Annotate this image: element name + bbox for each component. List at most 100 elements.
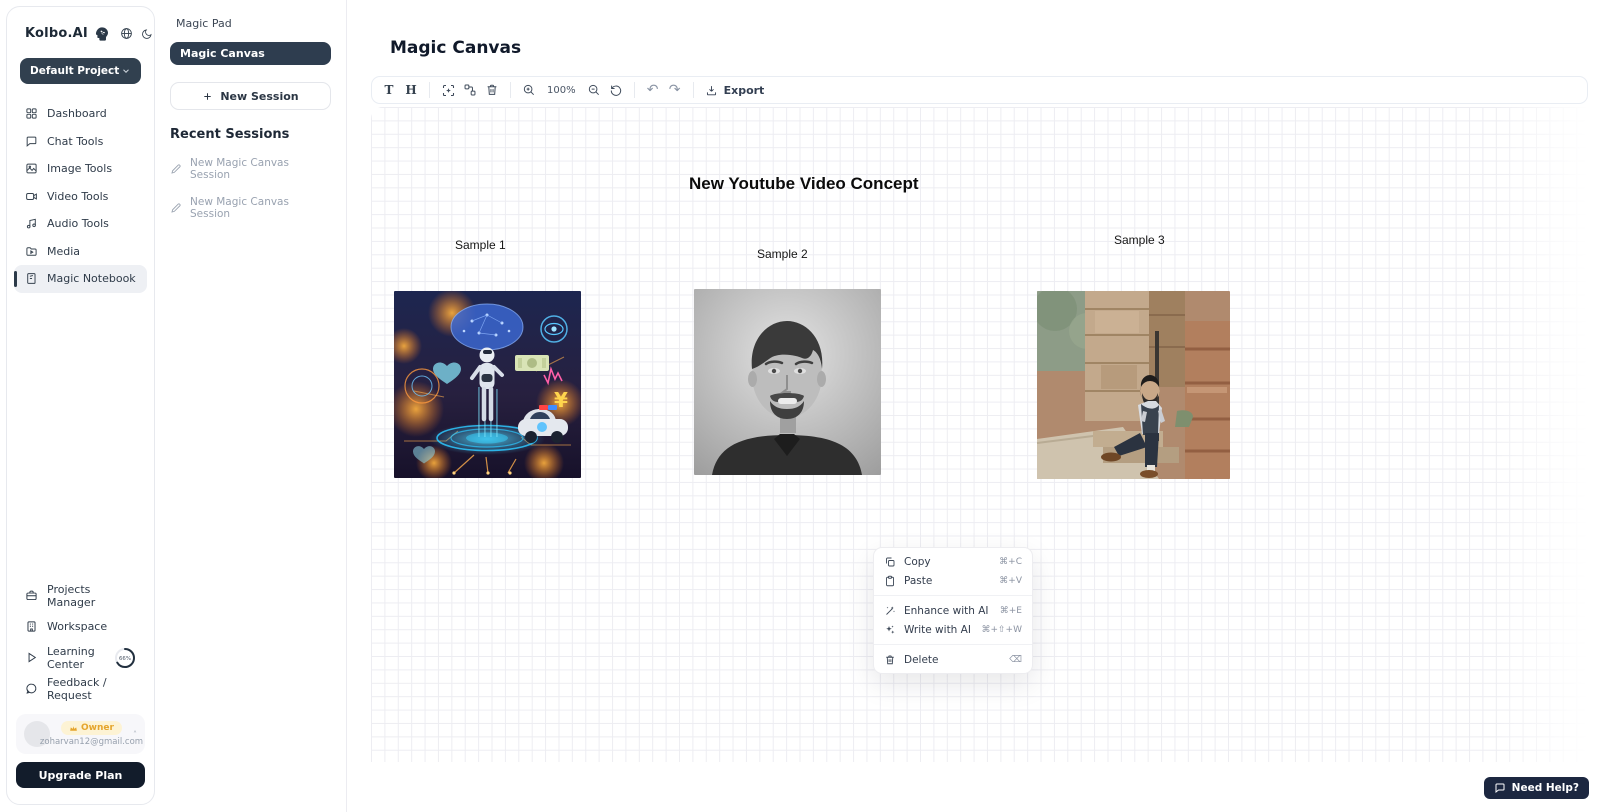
connector-tool-button[interactable] bbox=[459, 79, 481, 101]
context-menu-item-paste[interactable]: Paste ⌘+V bbox=[874, 571, 1032, 590]
sidebar-item-label: Magic Notebook bbox=[47, 272, 136, 285]
sidebar-item-audio-tools[interactable]: Audio Tools bbox=[14, 210, 147, 238]
project-selector[interactable]: Default Project bbox=[20, 58, 141, 84]
canvas-heading-object[interactable]: New Youtube Video Concept bbox=[689, 174, 919, 194]
magic-canvas-grid[interactable]: New Youtube Video Concept Sample 1 Sampl… bbox=[371, 107, 1588, 762]
ai-select-tool-button[interactable] bbox=[437, 79, 459, 101]
sidebar-nav: Dashboard Chat Tools Image Tools Video T… bbox=[14, 100, 147, 293]
sidebar-item-learning-center[interactable]: Learning Center 66% bbox=[14, 642, 147, 673]
magic-wand-icon bbox=[884, 605, 896, 617]
sidebar-item-label: Dashboard bbox=[47, 107, 107, 120]
canvas-toolbar: T H 100% ↶ ↷ Export bbox=[371, 76, 1588, 104]
video-icon bbox=[25, 190, 38, 203]
reset-rotate-icon bbox=[609, 83, 623, 97]
sidebar-item-video-tools[interactable]: Video Tools bbox=[14, 183, 147, 211]
primary-sidebar: Kolbo.AI Default Project Dashboard Chat … bbox=[6, 6, 155, 805]
sample-1-label[interactable]: Sample 1 bbox=[455, 238, 506, 252]
shortcut-hint: ⌫ bbox=[1009, 655, 1022, 665]
shortcut-hint: ⌘+V bbox=[999, 576, 1022, 586]
new-session-button[interactable]: New Session bbox=[170, 82, 331, 110]
plus-icon bbox=[202, 91, 213, 102]
ai-select-icon bbox=[441, 83, 456, 98]
download-icon bbox=[705, 84, 718, 97]
user-account-card[interactable]: Owner zoharvan12@gmail.com ˄ bbox=[16, 714, 145, 754]
globe-icon[interactable] bbox=[118, 25, 135, 42]
context-menu-item-copy[interactable]: Copy ⌘+C bbox=[874, 552, 1032, 571]
heading-tool-button[interactable]: H bbox=[400, 79, 422, 101]
sidebar-item-label: Chat Tools bbox=[47, 135, 103, 148]
sidebar-item-chat-tools[interactable]: Chat Tools bbox=[14, 128, 147, 156]
need-help-label: Need Help? bbox=[1512, 782, 1579, 794]
export-label: Export bbox=[724, 84, 765, 97]
zoom-in-button[interactable] bbox=[518, 79, 540, 101]
sidebar-item-label: Workspace bbox=[47, 620, 107, 633]
main-area: Magic Canvas T H 100% ↶ ↷ Export bbox=[347, 0, 1600, 812]
redo-button[interactable]: ↷ bbox=[664, 79, 686, 101]
sidebar-item-media[interactable]: Media bbox=[14, 238, 147, 266]
pencil-icon bbox=[170, 163, 182, 175]
dark-mode-moon-icon[interactable] bbox=[139, 26, 155, 42]
sidebar-item-image-tools[interactable]: Image Tools bbox=[14, 155, 147, 183]
zoom-out-icon bbox=[587, 83, 601, 97]
crown-icon bbox=[69, 724, 78, 733]
sample-3-image[interactable] bbox=[1037, 291, 1230, 479]
toolbar-divider bbox=[429, 82, 430, 98]
nav-item-magic-pad[interactable]: Magic Pad bbox=[170, 15, 331, 42]
sparkles-icon bbox=[884, 624, 896, 636]
pencil-icon bbox=[170, 202, 182, 214]
upgrade-plan-button[interactable]: Upgrade Plan bbox=[16, 762, 145, 788]
shortcut-hint: ⌘+⇧+W bbox=[981, 625, 1022, 635]
owner-role-badge: Owner bbox=[61, 721, 122, 735]
paste-icon bbox=[884, 575, 896, 587]
recent-sessions-heading: Recent Sessions bbox=[170, 127, 331, 142]
shortcut-hint: ⌘+C bbox=[999, 557, 1022, 567]
toolbar-divider bbox=[634, 82, 635, 98]
sidebar-item-projects-manager[interactable]: Projects Manager bbox=[14, 580, 147, 611]
sidebar-item-dashboard[interactable]: Dashboard bbox=[14, 100, 147, 128]
media-folder-icon bbox=[25, 245, 38, 258]
page-title: Magic Canvas bbox=[390, 38, 521, 58]
context-menu-label: Write with AI bbox=[904, 624, 971, 636]
briefcase-icon bbox=[25, 589, 38, 602]
sample-3-label[interactable]: Sample 3 bbox=[1114, 233, 1165, 247]
context-menu-item-enhance-with-ai[interactable]: Enhance with AI ⌘+E bbox=[874, 601, 1032, 620]
sidebar-item-magic-notebook[interactable]: Magic Notebook bbox=[14, 265, 147, 293]
delete-tool-button[interactable] bbox=[481, 79, 503, 101]
text-tool-button[interactable]: T bbox=[378, 79, 400, 101]
shortcut-hint: ⌘+E bbox=[1000, 606, 1022, 616]
sidebar-item-workspace[interactable]: Workspace bbox=[14, 611, 147, 642]
recent-session-item[interactable]: New Magic Canvas Session bbox=[170, 157, 331, 181]
owner-role-label: Owner bbox=[81, 723, 114, 733]
project-selector-label: Default Project bbox=[30, 65, 119, 77]
sidebar-item-label: Projects Manager bbox=[47, 583, 136, 609]
context-menu-label: Enhance with AI bbox=[904, 605, 989, 617]
sample-2-label[interactable]: Sample 2 bbox=[757, 247, 808, 261]
toolbar-divider bbox=[510, 82, 511, 98]
reset-view-button[interactable] bbox=[605, 79, 627, 101]
context-menu-item-write-with-ai[interactable]: Write with AI ⌘+⇧+W bbox=[874, 620, 1032, 639]
chat-icon bbox=[25, 135, 38, 148]
learning-progress-ring: 66% bbox=[114, 647, 136, 669]
sample-2-image[interactable] bbox=[694, 289, 881, 475]
zoom-out-button[interactable] bbox=[583, 79, 605, 101]
sidebar-item-label: Audio Tools bbox=[47, 217, 109, 230]
context-menu-item-delete[interactable]: Delete ⌫ bbox=[874, 650, 1032, 669]
sidebar-item-label: Image Tools bbox=[47, 162, 112, 175]
undo-button[interactable]: ↶ bbox=[642, 79, 664, 101]
logo-row: Kolbo.AI bbox=[25, 25, 142, 42]
need-help-button[interactable]: Need Help? bbox=[1484, 777, 1589, 799]
building-icon bbox=[25, 620, 38, 633]
sidebar-item-label: Feedback / Request bbox=[47, 676, 136, 702]
sidebar-item-feedback-request[interactable]: Feedback / Request bbox=[14, 673, 147, 704]
recent-session-item[interactable]: New Magic Canvas Session bbox=[170, 196, 331, 220]
copy-icon bbox=[884, 556, 896, 568]
sample-1-image[interactable]: ¥ bbox=[394, 291, 581, 478]
sidebar-item-label: Video Tools bbox=[47, 190, 108, 203]
dashboard-icon bbox=[25, 107, 38, 120]
chevron-icon: ˄ bbox=[133, 730, 137, 739]
export-button[interactable]: Export bbox=[701, 84, 769, 97]
connector-icon bbox=[463, 83, 477, 97]
context-menu-divider bbox=[874, 644, 1032, 645]
image-icon bbox=[25, 162, 38, 175]
nav-item-magic-canvas[interactable]: Magic Canvas bbox=[170, 42, 331, 65]
